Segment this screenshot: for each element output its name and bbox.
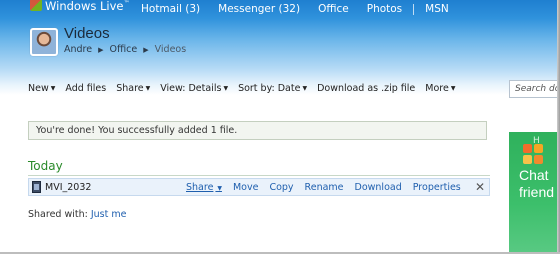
divider	[28, 175, 490, 176]
shared-with: Shared with: Just me	[28, 209, 126, 220]
share-menu[interactable]: Share ▼	[116, 83, 150, 94]
breadcrumb-videos: Videos	[154, 44, 187, 55]
new-menu[interactable]: New ▼	[28, 83, 55, 94]
browser-frame: Windows Live™ Hotmail (3) Messenger (32)…	[0, 0, 557, 252]
nav-msn[interactable]: MSN	[416, 3, 458, 15]
caret-down-icon: ▼	[302, 84, 308, 92]
shared-with-label: Shared with:	[28, 209, 88, 220]
avatar[interactable]	[30, 28, 58, 56]
windows-logo-icon	[523, 144, 545, 166]
top-bar: Windows Live™ Hotmail (3) Messenger (32)…	[0, 0, 557, 18]
breadcrumb-arrow-icon: ▶	[143, 45, 149, 54]
advertisement[interactable]: H Chat friend	[509, 132, 557, 252]
more-menu[interactable]: More ▼	[425, 83, 455, 94]
search-input[interactable]: Search documents	[509, 80, 557, 98]
close-icon[interactable]: ✕	[475, 180, 485, 194]
file-share-menu[interactable]: Share ▼	[186, 182, 222, 193]
windows-live-logo[interactable]: Windows Live™	[30, 0, 129, 17]
success-notice: You're done! You successfully added 1 fi…	[28, 121, 487, 140]
nav-photos[interactable]: Photos	[358, 3, 411, 15]
top-nav: Hotmail (3) Messenger (32) Office Photos…	[132, 0, 458, 18]
nav-hotmail[interactable]: Hotmail (3)	[132, 3, 209, 15]
caret-down-icon: ▼	[450, 84, 456, 92]
breadcrumb-andre[interactable]: Andre	[64, 44, 92, 55]
windows-flag-icon	[30, 0, 42, 11]
sort-menu[interactable]: Sort by: Date ▼	[238, 83, 307, 94]
nav-messenger[interactable]: Messenger (32)	[209, 3, 309, 15]
file-move-link[interactable]: Move	[233, 182, 258, 193]
file-rename-link[interactable]: Rename	[305, 182, 344, 193]
video-file-icon	[32, 181, 41, 193]
shared-with-value[interactable]: Just me	[91, 209, 127, 220]
file-properties-link[interactable]: Properties	[413, 182, 461, 193]
ad-headline: Chat friend	[519, 167, 555, 200]
view-menu[interactable]: View: Details ▼	[160, 83, 228, 94]
breadcrumb: Andre ▶ Office ▶ Videos	[64, 44, 186, 55]
breadcrumb-office[interactable]: Office	[109, 44, 137, 55]
download-zip-button[interactable]: Download as .zip file	[317, 83, 415, 94]
group-heading-today: Today	[28, 159, 63, 173]
command-bar: New ▼ Add files Share ▼ View: Details ▼ Sor…	[28, 81, 465, 95]
caret-down-icon: ▼	[223, 84, 229, 92]
caret-down-icon: ▼	[50, 84, 56, 92]
breadcrumb-arrow-icon: ▶	[98, 45, 104, 54]
caret-down-icon: ▼	[145, 84, 151, 92]
file-copy-link[interactable]: Copy	[269, 182, 293, 193]
page-title: Videos	[64, 25, 110, 42]
file-name[interactable]: MVI_2032	[45, 182, 91, 193]
file-row[interactable]: MVI_2032 Share ▼ Move Copy Rename Downlo…	[28, 178, 490, 196]
caret-down-icon: ▼	[215, 185, 222, 192]
file-download-link[interactable]: Download	[355, 182, 402, 193]
add-files-button[interactable]: Add files	[65, 83, 106, 94]
nav-office[interactable]: Office	[309, 3, 358, 15]
nav-divider	[413, 3, 415, 15]
ad-brand: H	[533, 136, 540, 146]
file-actions: Share ▼ Move Copy Rename Download Proper…	[186, 182, 472, 193]
